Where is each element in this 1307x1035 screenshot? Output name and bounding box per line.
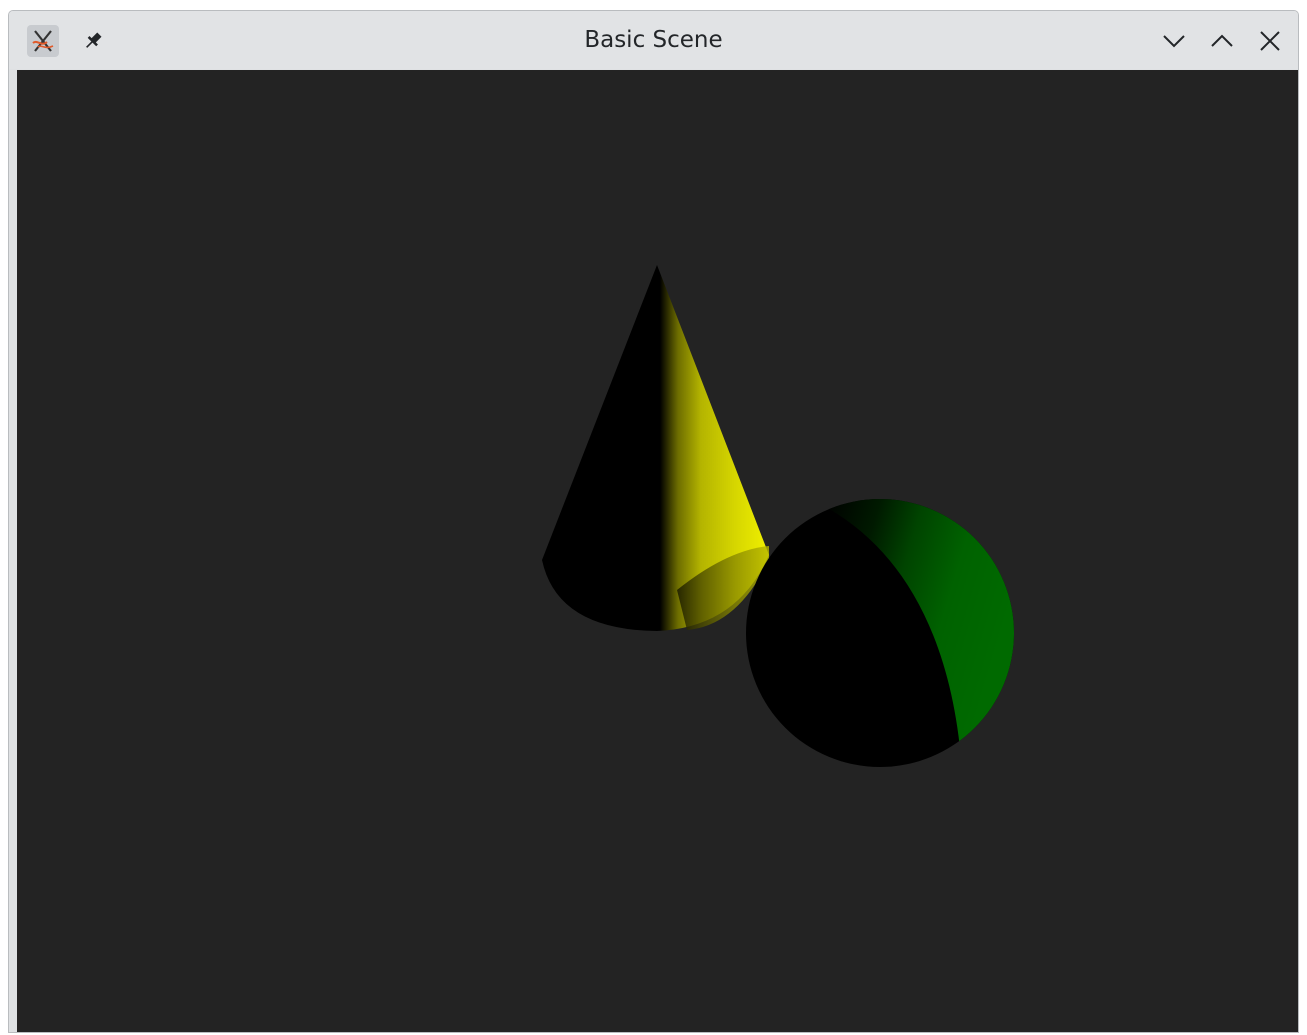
pin-icon[interactable] — [77, 25, 109, 57]
close-icon — [1260, 31, 1280, 51]
window-title: Basic Scene — [584, 27, 723, 53]
sphere-object — [746, 499, 1014, 767]
minimize-button[interactable] — [1158, 25, 1190, 57]
x-app-icon[interactable] — [27, 25, 59, 57]
chevron-up-icon — [1211, 34, 1233, 47]
maximize-button[interactable] — [1206, 25, 1238, 57]
app-window: Basic Scene — [8, 10, 1299, 1033]
titlebar[interactable]: Basic Scene — [9, 11, 1298, 69]
chevron-down-icon — [1163, 35, 1185, 48]
close-button[interactable] — [1254, 25, 1286, 57]
3d-viewport[interactable] — [17, 70, 1298, 1032]
